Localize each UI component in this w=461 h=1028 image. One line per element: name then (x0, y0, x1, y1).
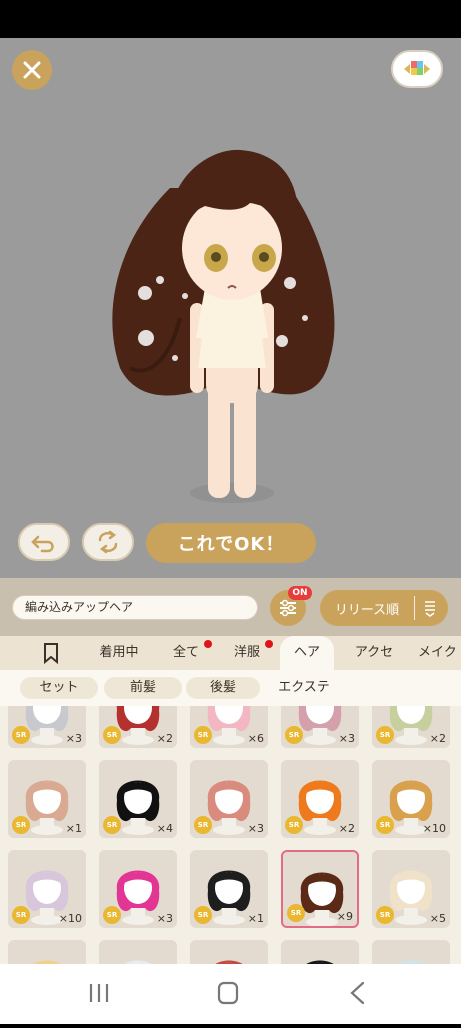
rarity-badge: SR (285, 816, 303, 834)
subtab-back-hair[interactable]: 後髪 (186, 677, 260, 699)
hair-preview-image (33, 960, 61, 964)
filter-on-badge: ON (288, 586, 312, 600)
undo-icon (31, 535, 54, 553)
tab-all-notification-dot (204, 640, 212, 648)
rarity-badge: SR (103, 726, 121, 744)
tab-makeup[interactable]: メイク (418, 636, 461, 670)
rotate-button[interactable] (82, 523, 134, 561)
hair-item-card[interactable]: SR ×10 (8, 850, 86, 928)
rarity-badge: SR (12, 816, 30, 834)
rarity-badge: SR (194, 906, 212, 924)
tab-hair[interactable]: ヘア (280, 636, 334, 670)
search-input[interactable]: 編み込みアップヘア (12, 595, 258, 620)
item-count: ×3 (156, 912, 173, 925)
rarity-badge: SR (12, 726, 30, 744)
hair-item-card[interactable]: SR ×3 (281, 706, 359, 748)
category-tabs: 着用中 全て 洋服 ヘア アクセ メイク (0, 636, 461, 670)
tab-clothes-notification-dot (265, 640, 273, 648)
hair-item-card[interactable]: SR ×2 (372, 706, 450, 748)
hair-item-card[interactable]: SR ×4 (99, 760, 177, 838)
tab-wearing[interactable]: 着用中 (84, 636, 154, 670)
undo-button[interactable] (18, 523, 70, 561)
hair-item-card[interactable]: SR ×3 (8, 706, 86, 748)
item-count: ×1 (247, 912, 264, 925)
nav-buttons (89, 981, 365, 1005)
rarity-badge: SR (376, 816, 394, 834)
rarity-badge: SR (287, 904, 305, 922)
status-bar (0, 0, 461, 38)
hair-preview-image (215, 960, 243, 964)
item-count: ×2 (429, 732, 446, 745)
hair-item-card[interactable] (190, 940, 268, 964)
hair-item-card[interactable]: SR ×5 (372, 850, 450, 928)
hair-item-card[interactable] (99, 940, 177, 964)
hair-item-card[interactable]: SR ×2 (281, 760, 359, 838)
item-panel: 編み込みアップヘア ON リリース順 着用中 全て 洋服 ヘア アクセ メイク … (0, 578, 461, 964)
tab-bookmark[interactable] (30, 636, 72, 670)
hair-subtabs: セット 前髪 後髪 エクステ (0, 670, 461, 706)
hair-item-card[interactable] (8, 940, 86, 964)
hair-item-card[interactable]: SR ×2 (99, 706, 177, 748)
hair-preview-image (124, 960, 152, 964)
item-count: ×9 (336, 910, 353, 923)
sort-divider (414, 596, 415, 620)
recent-apps-icon[interactable] (89, 984, 109, 1002)
item-count: ×10 (58, 912, 82, 925)
rarity-badge: SR (376, 726, 394, 744)
hair-item-card[interactable]: SR ×6 (190, 706, 268, 748)
rarity-badge: SR (194, 726, 212, 744)
hair-preview-image (397, 960, 425, 964)
search-bar: 編み込みアップヘア ON リリース順 (0, 578, 461, 636)
hair-item-card[interactable]: SR ×3 (99, 850, 177, 928)
rarity-badge: SR (12, 906, 30, 924)
rarity-badge: SR (103, 816, 121, 834)
avatar-stage: これでOK！ (0, 38, 461, 578)
sort-order-icon[interactable] (415, 598, 445, 618)
rarity-badge: SR (103, 906, 121, 924)
hair-preview-image (306, 960, 334, 964)
item-grid: SR ×3 SR ×2 SR ×6 SR ×3 SR ×2 SR ×1 SR ×4 SR ×3 SR ×2 SR ×1… (0, 706, 461, 964)
sort-label: リリース順 (334, 602, 400, 618)
item-count: ×3 (338, 732, 355, 745)
hair-item-card[interactable]: SR ×9 (281, 850, 359, 928)
item-count: ×2 (338, 822, 355, 835)
item-count: ×3 (247, 822, 264, 835)
item-count: ×5 (429, 912, 446, 925)
item-count: ×3 (65, 732, 82, 745)
item-count: ×2 (156, 732, 173, 745)
item-count: ×1 (65, 822, 82, 835)
home-icon[interactable] (217, 981, 239, 1005)
rotate-icon (98, 530, 118, 554)
hair-item-card[interactable]: SR ×1 (190, 850, 268, 928)
confirm-ok-button[interactable]: これでOK！ (146, 523, 316, 563)
rarity-badge: SR (285, 726, 303, 744)
hair-item-card[interactable] (372, 940, 450, 964)
rarity-badge: SR (194, 816, 212, 834)
subtab-bangs[interactable]: 前髪 (104, 677, 182, 699)
rarity-badge: SR (376, 906, 394, 924)
avatar-character (112, 149, 335, 503)
back-icon[interactable] (350, 981, 365, 1005)
hair-item-card[interactable]: SR ×3 (190, 760, 268, 838)
item-count: ×10 (422, 822, 446, 835)
sliders-icon (280, 599, 296, 617)
hair-item-card[interactable]: SR ×10 (372, 760, 450, 838)
system-nav-bar (0, 964, 461, 1024)
subtab-extensions[interactable]: エクステ (264, 677, 344, 699)
bookmark-icon (44, 643, 58, 665)
hair-item-card[interactable] (281, 940, 359, 964)
sort-button[interactable]: リリース順 (320, 590, 448, 626)
subtab-set[interactable]: セット (20, 677, 98, 699)
tab-accessories[interactable]: アクセ (342, 636, 406, 670)
item-count: ×6 (247, 732, 264, 745)
hair-item-card[interactable]: SR ×1 (8, 760, 86, 838)
item-count: ×4 (156, 822, 173, 835)
